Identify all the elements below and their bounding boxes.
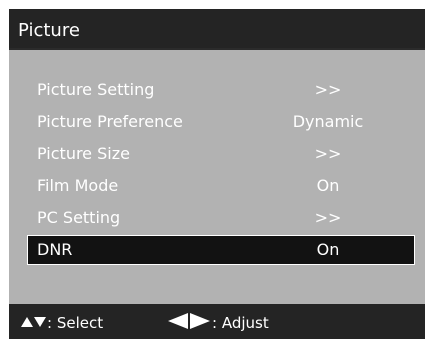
menu-item-dnr[interactable]: DNR On bbox=[27, 235, 415, 265]
adjust-hint: : Adjust bbox=[168, 313, 269, 333]
menu-item-label: Picture Setting bbox=[37, 80, 155, 99]
left-right-arrows-icon bbox=[168, 313, 212, 333]
menu-item-value: >> bbox=[314, 208, 342, 227]
menu-item-value: On bbox=[316, 240, 340, 259]
menu-item-label: PC Setting bbox=[37, 208, 121, 227]
menu-list: Picture Setting >> Picture Preference Dy… bbox=[9, 50, 425, 304]
up-down-arrows-icon bbox=[21, 314, 47, 332]
menu-item-picture-setting[interactable]: Picture Setting >> bbox=[27, 75, 415, 105]
menu-item-pc-setting[interactable]: PC Setting >> bbox=[27, 203, 415, 233]
menu-item-value: >> bbox=[314, 80, 342, 99]
menu-item-label: DNR bbox=[37, 240, 73, 259]
menu-title: Picture bbox=[18, 20, 80, 41]
menu-item-film-mode[interactable]: Film Mode On bbox=[27, 171, 415, 201]
menu-item-label: Picture Preference bbox=[37, 112, 183, 131]
menu-item-picture-size[interactable]: Picture Size >> bbox=[27, 139, 415, 169]
footer-hint-bar: : Select : Adjust bbox=[9, 304, 425, 339]
adjust-hint-label: : Adjust bbox=[212, 314, 269, 332]
picture-menu-window: Picture Picture Setting >> Picture Prefe… bbox=[9, 9, 425, 339]
select-hint: : Select bbox=[21, 313, 103, 332]
select-hint-label: : Select bbox=[47, 313, 104, 332]
menu-item-label: Picture Size bbox=[37, 144, 130, 163]
menu-item-value: >> bbox=[314, 144, 342, 163]
menu-item-value: Dynamic bbox=[292, 112, 364, 131]
menu-item-picture-preference[interactable]: Picture Preference Dynamic bbox=[27, 107, 415, 137]
menu-item-label: Film Mode bbox=[37, 176, 119, 195]
title-bar: Picture bbox=[9, 9, 425, 48]
menu-item-value: On bbox=[316, 176, 340, 195]
